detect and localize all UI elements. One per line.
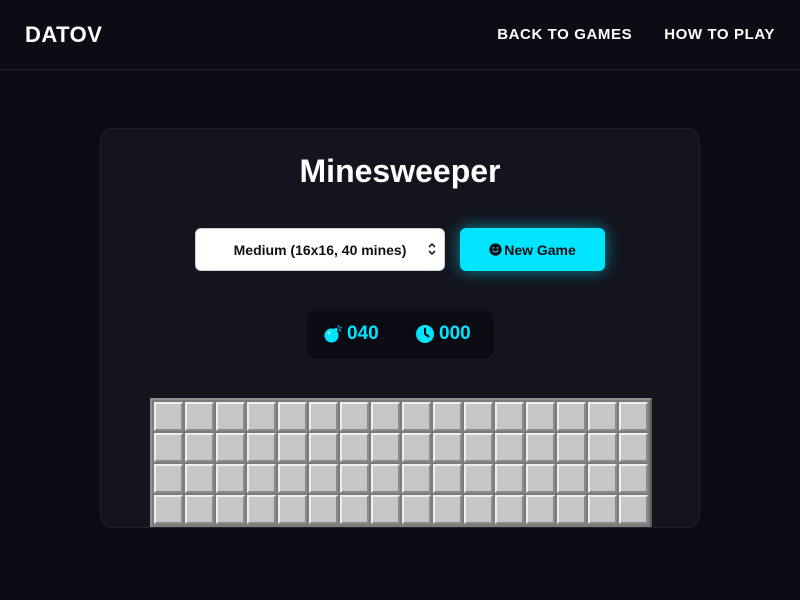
mine-cell[interactable] <box>278 495 307 524</box>
mine-cell[interactable] <box>402 495 431 524</box>
game-stats: 040 000 <box>307 311 494 358</box>
mine-cell[interactable] <box>247 464 276 493</box>
bomb-icon <box>324 325 342 343</box>
mine-cell[interactable] <box>526 402 555 431</box>
mine-cell[interactable] <box>495 464 524 493</box>
mine-cell[interactable] <box>464 433 493 462</box>
mine-cell[interactable] <box>526 464 555 493</box>
timer-value: 000 <box>439 323 471 344</box>
new-game-button[interactable]: New Game <box>460 228 605 271</box>
caret-icon <box>428 242 436 256</box>
mine-cell[interactable] <box>278 464 307 493</box>
mine-cell[interactable] <box>247 433 276 462</box>
mine-cell[interactable] <box>371 402 400 431</box>
mine-cell[interactable] <box>588 433 617 462</box>
mine-cell[interactable] <box>557 464 586 493</box>
mine-cell[interactable] <box>154 495 183 524</box>
mine-cell[interactable] <box>526 433 555 462</box>
difficulty-select[interactable]: Medium (16x16, 40 mines) <box>195 228 445 271</box>
mine-cell[interactable] <box>309 464 338 493</box>
mine-cell[interactable] <box>185 495 214 524</box>
mine-cell[interactable] <box>464 464 493 493</box>
mine-cell[interactable] <box>371 433 400 462</box>
mine-cell[interactable] <box>433 495 462 524</box>
mine-cell[interactable] <box>619 495 648 524</box>
timer-counter: 000 <box>415 324 471 344</box>
mine-cell[interactable] <box>216 495 245 524</box>
nav-how-to-play[interactable]: HOW TO PLAY <box>664 26 775 44</box>
mine-cell[interactable] <box>340 464 369 493</box>
mine-cell[interactable] <box>619 402 648 431</box>
game-card: Minesweeper Medium (16x16, 40 mines) New… <box>100 128 700 528</box>
mine-cell[interactable] <box>278 402 307 431</box>
smiley-icon <box>489 243 502 256</box>
mine-cell[interactable] <box>588 464 617 493</box>
mine-cell[interactable] <box>185 464 214 493</box>
nav-back-to-games[interactable]: BACK TO GAMES <box>497 26 632 44</box>
mine-cell[interactable] <box>371 464 400 493</box>
mine-cell[interactable] <box>185 402 214 431</box>
mine-cell[interactable] <box>340 402 369 431</box>
top-navigation-bar: DATOV BACK TO GAMES HOW TO PLAY <box>0 0 800 70</box>
mine-cell[interactable] <box>526 495 555 524</box>
new-game-label: New Game <box>504 241 576 258</box>
mine-cell[interactable] <box>464 402 493 431</box>
mine-cell[interactable] <box>433 464 462 493</box>
mine-cell[interactable] <box>154 433 183 462</box>
mine-cell[interactable] <box>433 402 462 431</box>
mine-cell[interactable] <box>216 433 245 462</box>
mine-cell[interactable] <box>402 464 431 493</box>
mine-cell[interactable] <box>557 495 586 524</box>
mine-cell[interactable] <box>309 495 338 524</box>
mine-cell[interactable] <box>278 433 307 462</box>
mine-cell[interactable] <box>619 433 648 462</box>
mine-cell[interactable] <box>433 433 462 462</box>
mine-cell[interactable] <box>309 402 338 431</box>
mine-cell[interactable] <box>464 495 493 524</box>
mine-cell[interactable] <box>557 402 586 431</box>
mines-counter: 040 <box>323 324 379 344</box>
mine-cell[interactable] <box>216 464 245 493</box>
mine-cell[interactable] <box>495 495 524 524</box>
mine-cell[interactable] <box>247 402 276 431</box>
mine-cell[interactable] <box>402 402 431 431</box>
mine-cell[interactable] <box>619 464 648 493</box>
mine-cell[interactable] <box>216 402 245 431</box>
mine-cell[interactable] <box>588 402 617 431</box>
site-logo[interactable]: DATOV <box>25 22 102 48</box>
mine-cell[interactable] <box>340 495 369 524</box>
mine-cell[interactable] <box>154 464 183 493</box>
mine-cell[interactable] <box>402 433 431 462</box>
nav-links: BACK TO GAMES HOW TO PLAY <box>497 26 775 44</box>
mine-cell[interactable] <box>495 402 524 431</box>
mine-cell[interactable] <box>495 433 524 462</box>
mine-cell[interactable] <box>371 495 400 524</box>
mine-cell[interactable] <box>309 433 338 462</box>
mines-remaining-value: 040 <box>347 323 379 344</box>
mine-cell[interactable] <box>588 495 617 524</box>
clock-icon <box>416 325 434 343</box>
game-title: Minesweeper <box>299 153 501 189</box>
minefield-board <box>150 398 652 527</box>
mine-cell[interactable] <box>340 433 369 462</box>
mine-cell[interactable] <box>247 495 276 524</box>
difficulty-selected-value: Medium (16x16, 40 mines) <box>233 241 407 258</box>
mine-cell[interactable] <box>185 433 214 462</box>
mine-cell[interactable] <box>154 402 183 431</box>
mine-cell[interactable] <box>557 433 586 462</box>
